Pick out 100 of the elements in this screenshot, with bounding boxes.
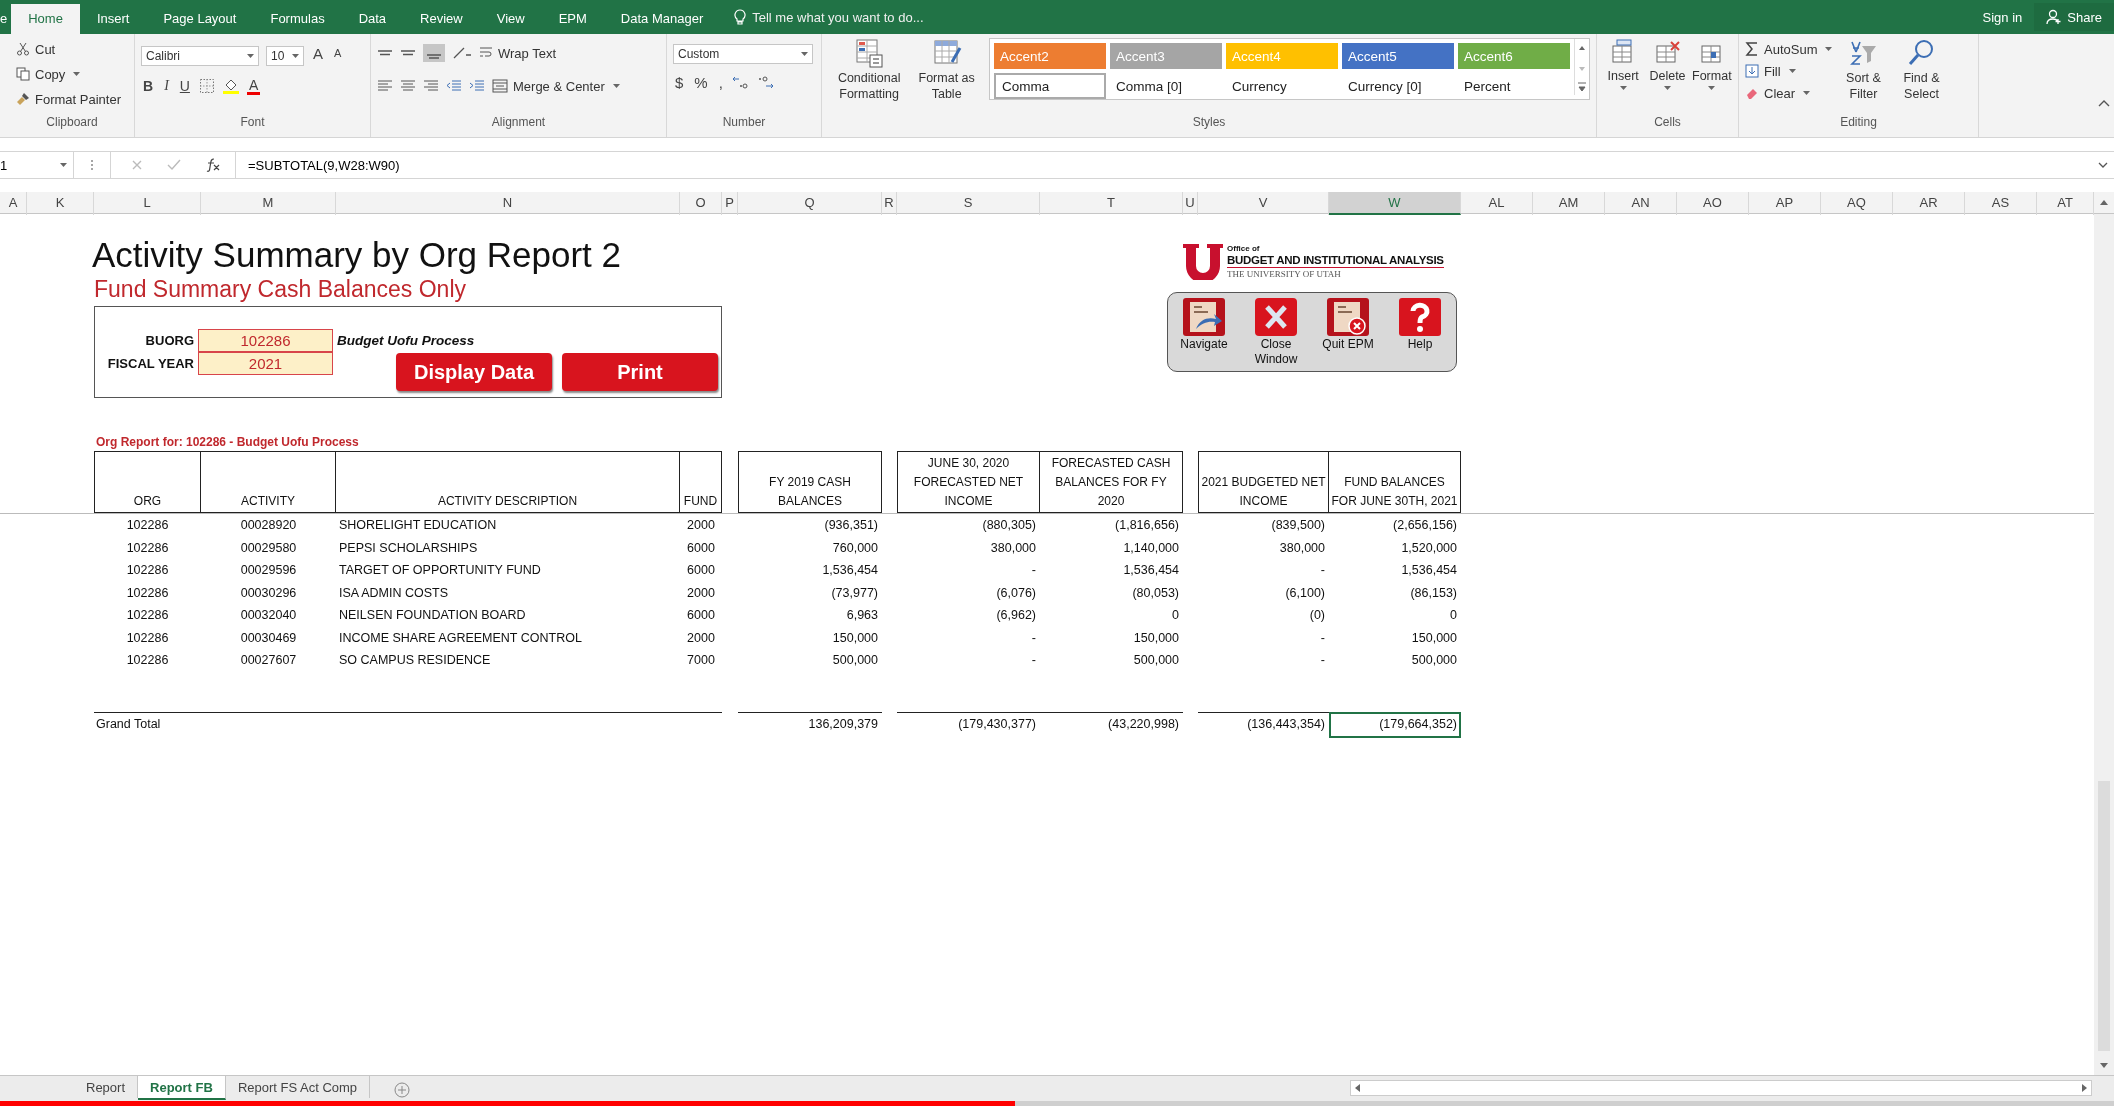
column-header[interactable]: AS — [1965, 192, 2037, 215]
macro-button[interactable]: Close Window — [1246, 297, 1306, 371]
cell-style-option[interactable]: Currency — [1226, 73, 1338, 99]
column-header[interactable]: O — [680, 192, 722, 215]
table-cell-text: 00030296 — [239, 584, 298, 602]
cell-style-option[interactable]: Percent — [1458, 73, 1570, 99]
ribbon-tab[interactable]: Page Layout — [146, 4, 254, 34]
cut-button[interactable]: Cut — [16, 38, 128, 60]
percent-button[interactable]: % — [692, 73, 710, 91]
parameter-input[interactable]: 102286 — [198, 329, 333, 352]
report-action-button[interactable]: Display Data — [396, 353, 552, 391]
group-label: Styles — [1191, 115, 1227, 131]
checkmark-icon[interactable] — [167, 159, 181, 171]
column-header[interactable]: AR — [1893, 192, 1965, 215]
column-header[interactable]: P — [722, 192, 738, 215]
merge-center-button[interactable]: Merge & Center — [492, 75, 620, 97]
ribbon-tab[interactable]: EPM — [541, 4, 604, 34]
cell-style-option[interactable]: Comma — [994, 73, 1106, 99]
clear-button[interactable]: Clear — [1745, 82, 1833, 104]
cancel-icon[interactable] — [131, 159, 143, 171]
sheet-tab[interactable]: Report FS Act Comp — [225, 1076, 371, 1098]
drag-handle-icon[interactable] — [90, 158, 94, 172]
font-name-dropdown[interactable]: Calibri — [141, 46, 259, 66]
expand-icon[interactable] — [2098, 162, 2108, 168]
column-header[interactable]: AO — [1677, 192, 1749, 215]
sign-in-link[interactable]: Sign in — [1982, 9, 2023, 25]
sheet-tab[interactable]: Report FB — [138, 1076, 226, 1100]
currency-button[interactable]: $ — [673, 73, 686, 91]
sort-filter-button[interactable]: Sort & Filter — [1836, 38, 1891, 102]
gallery-scroll-icon[interactable] — [1574, 39, 1589, 95]
column-header[interactable]: AQ — [1821, 192, 1893, 215]
ribbon-tab[interactable]: e — [0, 4, 12, 34]
ribbon-tab[interactable]: Home — [11, 4, 80, 34]
column-header[interactable]: K — [27, 192, 94, 215]
cells-button[interactable]: Format — [1691, 38, 1732, 90]
column-header[interactable]: AN — [1605, 192, 1677, 215]
ribbon-tab[interactable]: Formulas — [253, 4, 342, 34]
tell-me-search[interactable]: Tell me what you want to do... — [752, 9, 924, 25]
format-as-table-button[interactable]: Format as Table — [914, 38, 979, 102]
vertical-scrollbar[interactable] — [2094, 214, 2114, 1075]
wrap-text-button[interactable]: Wrap Text — [479, 42, 557, 64]
video-progress-bar[interactable] — [0, 1101, 2114, 1106]
parameter-input[interactable]: 2021 — [198, 352, 333, 375]
number-format-dropdown[interactable]: Custom — [673, 44, 813, 64]
fill-button[interactable]: Fill — [1745, 60, 1833, 82]
decrease-font-button[interactable]: A — [332, 47, 344, 59]
merge-cells-icon — [492, 79, 508, 93]
column-header[interactable]: T — [1040, 192, 1183, 215]
cell-style-swatch[interactable]: Accent5 — [1342, 43, 1454, 69]
horizontal-scrollbar[interactable] — [1350, 1080, 2092, 1096]
table-cell-text: 2000 — [686, 584, 716, 602]
column-header[interactable]: R — [882, 192, 897, 215]
conditional-formatting-button[interactable]: Conditional Formatting — [828, 38, 911, 102]
macro-button[interactable]: Quit EPM — [1318, 297, 1378, 371]
copy-button[interactable]: Copy — [16, 63, 128, 85]
table-cell-text: 150,000 — [831, 629, 879, 647]
report-action-button[interactable]: Print — [562, 353, 718, 391]
column-header[interactable]: AP — [1749, 192, 1821, 215]
column-header[interactable]: AT — [2037, 192, 2094, 215]
caret-icon — [73, 72, 81, 76]
column-header[interactable]: S — [897, 192, 1040, 215]
name-box[interactable]: 1 — [0, 152, 74, 178]
ribbon-tab[interactable]: Data Manager — [603, 4, 721, 34]
collapse-ribbon-icon[interactable] — [2098, 99, 2110, 107]
column-header[interactable]: AL — [1461, 192, 1533, 215]
font-size-dropdown[interactable]: 10 — [266, 46, 304, 66]
italic-button[interactable]: I — [162, 78, 171, 94]
ribbon-tab[interactable]: Insert — [79, 4, 147, 34]
cells-button[interactable]: Delete — [1647, 38, 1688, 90]
column-header[interactable]: AM — [1533, 192, 1605, 215]
format-painter-button[interactable]: Format Painter — [16, 88, 128, 110]
bold-button[interactable]: B — [141, 78, 156, 94]
column-header[interactable]: W — [1329, 192, 1461, 215]
add-sheet-icon[interactable] — [394, 1082, 411, 1098]
comma-button[interactable]: , — [716, 73, 725, 91]
cell-style-option[interactable]: Currency [0] — [1342, 73, 1454, 99]
increase-font-button[interactable]: A — [311, 44, 325, 62]
font-color-button[interactable]: A — [246, 77, 261, 95]
column-header[interactable]: L — [94, 192, 201, 215]
underline-button[interactable]: U — [177, 78, 192, 94]
formula-input[interactable]: =SUBTOTAL(9,W28:W90) — [236, 157, 2098, 173]
autosum-button[interactable]: AutoSum — [1745, 38, 1833, 60]
share-button[interactable]: Share — [2034, 3, 2114, 31]
table-cell-text: 2000 — [686, 517, 716, 534]
column-header[interactable]: Q — [738, 192, 882, 215]
column-header[interactable]: U — [1183, 192, 1198, 215]
ribbon-tab[interactable]: Review — [403, 4, 480, 34]
macro-button[interactable]: Help — [1390, 297, 1450, 371]
column-header[interactable]: M — [201, 192, 336, 215]
macro-button[interactable]: Navigate — [1174, 297, 1234, 371]
find-select-button[interactable]: Find & Select — [1894, 38, 1949, 102]
table-cell-text: (1,816,656) — [1114, 517, 1180, 534]
function-icon[interactable] — [205, 158, 221, 172]
cells-button[interactable]: Insert — [1603, 38, 1644, 90]
cell-style-option[interactable]: Comma [0] — [1110, 73, 1222, 99]
ribbon-tab[interactable]: View — [479, 4, 542, 34]
column-header[interactable]: A — [0, 192, 27, 215]
column-header[interactable]: N — [336, 192, 680, 215]
caret-icon — [1788, 69, 1796, 73]
ribbon-tab[interactable]: Data — [341, 4, 404, 34]
